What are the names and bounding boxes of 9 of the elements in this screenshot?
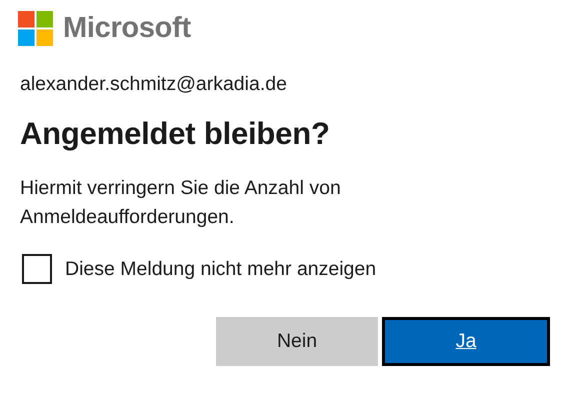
brand-name: Microsoft: [63, 12, 191, 45]
checkbox[interactable]: [22, 254, 52, 284]
no-button[interactable]: Nein: [216, 317, 378, 366]
dialog-title: Angemeldet bleiben?: [20, 116, 331, 152]
checkbox-label: Diese Meldung nicht mehr anzeigen: [65, 258, 376, 280]
yes-button[interactable]: Ja: [382, 317, 550, 366]
windows-logo-icon: [18, 11, 53, 46]
description: Hiermit verringern Sie die Anzahl von Anmeldeaufforderungen.: [20, 176, 342, 230]
account-email: alexander.schmitz@arkadia.de: [20, 73, 288, 96]
